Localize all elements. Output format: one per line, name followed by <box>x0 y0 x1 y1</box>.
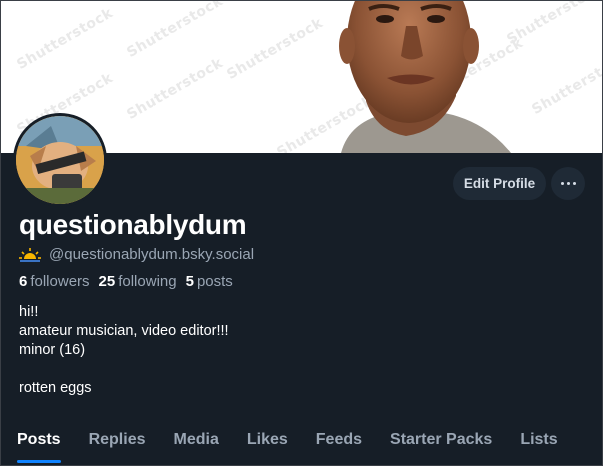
profile-tabs: Posts Replies Media Likes Feeds Starter … <box>1 423 602 465</box>
tab-starter-packs[interactable]: Starter Packs <box>390 423 492 465</box>
more-options-button[interactable] <box>551 167 585 200</box>
edit-profile-button[interactable]: Edit Profile <box>453 167 546 200</box>
user-handle: @questionablydum.bsky.social <box>49 246 255 263</box>
tab-media[interactable]: Media <box>174 423 219 465</box>
sunrise-icon <box>19 247 41 262</box>
display-name: questionablydum <box>19 209 247 240</box>
bio-line: hi!! <box>19 304 39 320</box>
bio-line: minor (16) <box>19 342 86 358</box>
bio-line: amateur musician, video editor!!! <box>19 323 229 339</box>
tab-posts[interactable]: Posts <box>17 423 61 465</box>
banner-portrait-image <box>339 1 511 153</box>
ellipsis-icon <box>572 182 576 185</box>
posts-label: posts <box>196 273 233 290</box>
ellipsis-icon <box>566 182 570 185</box>
followers-count: 6 <box>19 273 28 290</box>
posts-count: 5 <box>185 273 194 290</box>
profile-stats: 6 followers 25 following 5 posts <box>19 273 242 290</box>
bio-line: rotten eggs <box>19 380 92 396</box>
following-count: 25 <box>98 273 116 290</box>
followers-label: followers <box>30 273 90 290</box>
bio-line <box>19 360 229 379</box>
tab-replies[interactable]: Replies <box>89 423 146 465</box>
tab-lists[interactable]: Lists <box>520 423 557 465</box>
handle-row: @questionablydum.bsky.social <box>19 246 254 263</box>
tab-likes[interactable]: Likes <box>247 423 288 465</box>
ellipsis-icon <box>560 182 564 185</box>
watermark: Shutterstock <box>14 5 116 73</box>
profile-screen: Shutterstock Shutterstock Shutterstock S… <box>0 0 603 466</box>
tab-feeds[interactable]: Feeds <box>316 423 362 465</box>
avatar-image <box>16 116 104 204</box>
watermark: Shutterstock <box>124 1 226 61</box>
followers-link[interactable]: 6 followers <box>19 273 90 290</box>
watermark: Shutterstock <box>124 55 226 123</box>
following-link[interactable]: 25 following <box>99 273 177 290</box>
avatar[interactable] <box>13 113 107 207</box>
posts-stat: 5 posts <box>186 273 233 290</box>
profile-bio: hi!! amateur musician, video editor!!! m… <box>19 303 229 398</box>
following-label: following <box>118 273 177 290</box>
